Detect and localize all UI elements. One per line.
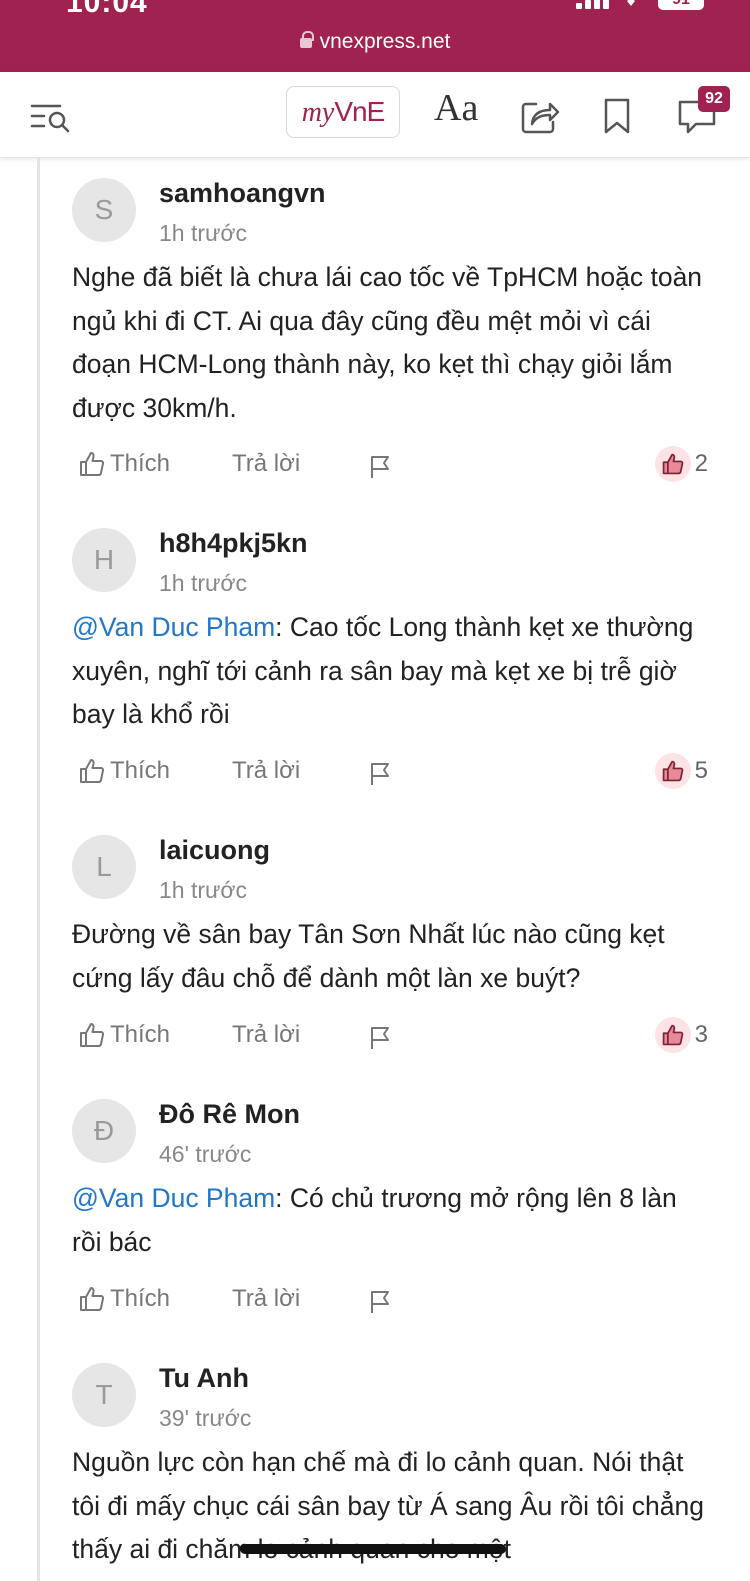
report-flag-icon[interactable] [368,1289,392,1315]
reply-button[interactable]: Trả lời [232,757,300,785]
bookmark-icon[interactable] [602,96,632,136]
comment-item: L laicuong 1h trước Đường về sân bay Tân… [72,835,712,1065]
status-time: 10:04 [66,0,148,19]
mention-link[interactable]: @Van Duc Pham [72,1183,275,1213]
signal-icon [576,0,609,9]
liked-thumbs-icon [654,446,691,482]
comment-actions: Thích Trả lời 5 [78,753,708,791]
liked-thumbs-icon [654,1017,691,1053]
share-icon[interactable] [520,96,560,136]
home-indicator[interactable] [240,1544,506,1554]
like-button[interactable]: Thích [78,757,170,785]
like-button[interactable]: Thích [78,1021,170,1049]
comment-item: S samhoangvn 1h trước Nghe đã biết là ch… [72,178,712,488]
avatar[interactable]: T [72,1363,136,1427]
comment-time: 46' trước [159,1141,252,1167]
like-label: Thích [110,450,171,477]
comment-author[interactable]: Tu Anh [159,1363,249,1394]
comment-item: Đ Đô Rê Mon 46' trước @Van Duc Pham: Có … [72,1099,712,1329]
address-bar[interactable]: vnexpress.net [0,30,750,54]
avatar[interactable]: H [72,528,136,592]
mention-link[interactable]: @Van Duc Pham [72,612,275,642]
browser-status-bar: 10:04 91 vnexpress.net [0,0,750,72]
comment-time: 1h trước [159,877,248,903]
like-label: Thích [110,757,171,784]
comment-time: 39' trước [159,1405,252,1431]
like-count-value: 3 [694,1021,708,1048]
thumbs-up-icon [80,1023,105,1047]
comment-time: 1h trước [159,220,248,246]
report-flag-icon[interactable] [368,1025,392,1051]
thumbs-up-icon [80,759,105,783]
like-label: Thích [110,1285,171,1312]
comment-actions: Thích Trả lời [78,1285,708,1319]
like-label: Thích [110,1021,171,1048]
battery-icon: 91 [658,0,704,10]
myvne-prefix: my [301,97,335,128]
article-toolbar: myVnE Aa 92 [0,72,750,158]
comments-count-badge: 92 [698,86,730,112]
like-button[interactable]: Thích [78,1285,170,1313]
menu-search-icon[interactable] [30,100,72,136]
like-count[interactable]: 5 [654,753,708,789]
reply-button[interactable]: Trả lời [232,1285,300,1313]
reply-button[interactable]: Trả lời [232,450,300,478]
url-text: vnexpress.net [319,30,451,53]
comment-text: @Van Duc Pham: Có chủ trương mở rộng lên… [72,1177,712,1264]
like-count-value: 2 [694,450,708,477]
myvne-button[interactable]: myVnE [286,86,400,138]
comment-item: H h8h4pkj5kn 1h trước @Van Duc Pham: Cao… [72,528,712,798]
lock-icon [299,31,314,48]
avatar[interactable]: L [72,835,136,899]
comment-text: Đường về sân bay Tân Sơn Nhất lúc nào cũ… [72,919,665,993]
report-flag-icon[interactable] [368,454,392,480]
comment-actions: Thích Trả lời 2 [78,446,708,484]
comment-time: 1h trước [159,570,248,596]
report-flag-icon[interactable] [368,761,392,787]
comment-text: @Van Duc Pham: Cao tốc Long thành kẹt xe… [72,606,712,737]
like-button[interactable]: Thích [78,450,170,478]
like-count[interactable]: 3 [654,1017,708,1053]
thumbs-up-icon [80,1287,105,1311]
comment-author[interactable]: samhoangvn [159,178,326,209]
myvne-suffix: VnE [334,96,385,127]
comment-actions: Thích Trả lời 3 [78,1017,708,1055]
wifi-icon [627,0,635,6]
avatar[interactable]: S [72,178,136,242]
reply-button[interactable]: Trả lời [232,1021,300,1049]
thread-line [37,158,40,1581]
comment-author[interactable]: h8h4pkj5kn [159,528,308,559]
font-size-button[interactable]: Aa [434,86,478,130]
thumbs-up-icon [80,452,105,476]
like-count[interactable]: 2 [654,446,708,482]
liked-thumbs-icon [654,753,691,789]
comment-author[interactable]: laicuong [159,835,270,866]
avatar[interactable]: Đ [72,1099,136,1163]
comment-author[interactable]: Đô Rê Mon [159,1099,300,1130]
comment-text: Nghe đã biết là chưa lái cao tốc về TpHC… [72,262,703,423]
like-count-value: 5 [694,757,708,784]
